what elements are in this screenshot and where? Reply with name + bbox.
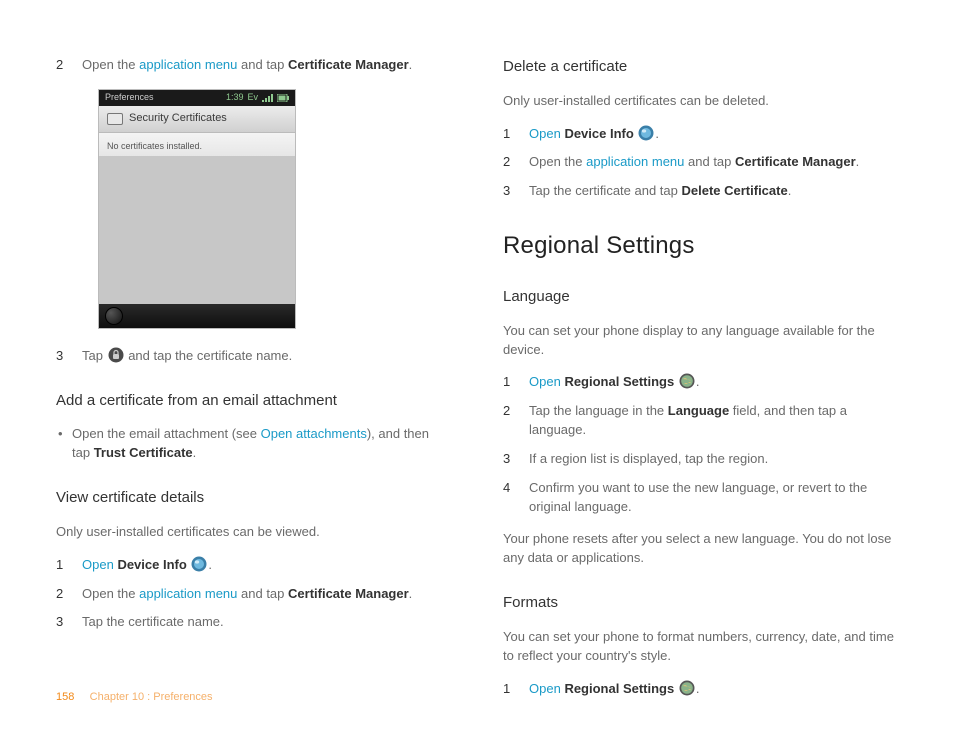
step-item: If a region list is displayed, tap the r… <box>503 450 894 469</box>
text: Open the email attachment (see <box>72 426 261 441</box>
text: and tap <box>237 586 288 601</box>
link-open[interactable]: Open <box>529 681 561 696</box>
heading-regional-settings: Regional Settings <box>503 229 894 264</box>
step-item: Open the application menu and tap Certif… <box>503 153 894 172</box>
formats-intro: You can set your phone to format numbers… <box>503 628 894 666</box>
device-info-icon <box>191 556 207 572</box>
bold-text: Regional Settings <box>564 681 674 696</box>
step-item: Confirm you want to use the new language… <box>503 479 894 517</box>
text: Tap the certificate and tap <box>529 183 681 198</box>
text: and tap the certificate name. <box>125 348 293 363</box>
page: Open the application menu and tap Certif… <box>0 0 954 738</box>
step-item: Open Device Info . <box>503 125 894 144</box>
bold-text: Device Info <box>117 557 186 572</box>
page-number: 158 <box>56 691 74 703</box>
status-net: Ev <box>247 91 258 104</box>
link-open[interactable]: Open <box>82 557 114 572</box>
step-item: Open the application menu and tap Certif… <box>56 585 447 604</box>
status-right: 1:39 Ev <box>226 91 289 104</box>
text: Open the <box>82 57 139 72</box>
delete-intro: Only user-installed certificates can be … <box>503 92 894 111</box>
status-time: 1:39 <box>226 91 244 104</box>
text: . <box>208 557 212 572</box>
bold-text: Trust Certificate <box>94 445 193 460</box>
device-info-icon <box>638 125 654 141</box>
lock-round-icon <box>108 347 124 363</box>
step-item: Tap the certificate name. <box>56 613 447 632</box>
phone-launcher <box>99 304 295 328</box>
left-column: Open the application menu and tap Certif… <box>56 56 447 712</box>
text: Tap the language in the <box>529 403 668 418</box>
bold-text: Certificate Manager <box>735 154 856 169</box>
language-note: Your phone resets after you select a new… <box>503 530 894 568</box>
status-left: Preferences <box>105 91 154 104</box>
text: Tap <box>82 348 107 363</box>
step-item: Open the application menu and tap Certif… <box>56 56 447 75</box>
link-application-menu[interactable]: application menu <box>586 154 684 169</box>
step-item: Tap the certificate and tap Delete Certi… <box>503 182 894 201</box>
heading-formats: Formats <box>503 592 894 614</box>
appbar-title: Security Certificates <box>129 111 227 127</box>
text: and tap <box>684 154 735 169</box>
link-application-menu[interactable]: application menu <box>139 586 237 601</box>
launcher-orb-icon <box>105 307 123 325</box>
step3-list: Tap and tap the certificate name. <box>56 347 447 366</box>
step-item: Open Regional Settings . <box>503 373 894 392</box>
phone-screenshot: Preferences 1:39 Ev Security Certificate… <box>98 89 296 329</box>
breadcrumb: Chapter 10 : Preferences <box>90 691 213 703</box>
step-item: Open Device Info . <box>56 556 447 575</box>
bold-text: Certificate Manager <box>288 57 409 72</box>
bold-text: Language <box>668 403 729 418</box>
language-steps: Open Regional Settings . Tap the languag… <box>503 373 894 516</box>
card-icon <box>107 113 123 125</box>
formats-steps: Open Regional Settings . <box>503 680 894 699</box>
text: and tap <box>237 57 288 72</box>
text: . <box>696 374 700 389</box>
bold-text: Delete Certificate <box>681 183 787 198</box>
step-item: Open Regional Settings . <box>503 680 894 699</box>
text: . <box>409 57 413 72</box>
text: . <box>788 183 792 198</box>
language-intro: You can set your phone display to any la… <box>503 322 894 360</box>
view-cert-intro: Only user-installed certificates can be … <box>56 523 447 542</box>
phone-statusbar: Preferences 1:39 Ev <box>99 90 295 106</box>
text: Open the <box>82 586 139 601</box>
link-open[interactable]: Open <box>529 126 561 141</box>
heading-language: Language <box>503 286 894 308</box>
bold-text: Regional Settings <box>564 374 674 389</box>
link-open-attachments[interactable]: Open attachments <box>261 426 367 441</box>
add-cert-bullets: Open the email attachment (see Open atta… <box>56 425 447 463</box>
phone-body <box>99 156 295 304</box>
list-item: Open the email attachment (see Open atta… <box>56 425 447 463</box>
battery-icon <box>277 94 289 102</box>
heading-delete-cert: Delete a certificate <box>503 56 894 78</box>
regional-settings-icon <box>679 373 695 389</box>
text: . <box>193 445 197 460</box>
regional-settings-icon <box>679 680 695 696</box>
delete-steps: Open Device Info . Open the application … <box>503 125 894 202</box>
link-open[interactable]: Open <box>529 374 561 389</box>
content-columns: Open the application menu and tap Certif… <box>0 0 954 712</box>
text: . <box>696 681 700 696</box>
bold-text: Certificate Manager <box>288 586 409 601</box>
text: Open the <box>529 154 586 169</box>
bold-text: Device Info <box>564 126 633 141</box>
view-cert-steps: Open Device Info . Open the application … <box>56 556 447 633</box>
initial-steps: Open the application menu and tap Certif… <box>56 56 447 75</box>
text: . <box>655 126 659 141</box>
step-item: Tap the language in the Language field, … <box>503 402 894 440</box>
heading-view-cert: View certificate details <box>56 487 447 509</box>
page-footer: 158 Chapter 10 : Preferences <box>56 690 213 706</box>
phone-appbar: Security Certificates <box>99 106 295 133</box>
text: . <box>409 586 413 601</box>
heading-add-cert: Add a certificate from an email attachme… <box>56 390 447 412</box>
signal-icon <box>262 94 273 102</box>
right-column: Delete a certificate Only user-installed… <box>503 56 894 712</box>
text: . <box>856 154 860 169</box>
step-item: Tap and tap the certificate name. <box>56 347 447 366</box>
link-application-menu[interactable]: application menu <box>139 57 237 72</box>
